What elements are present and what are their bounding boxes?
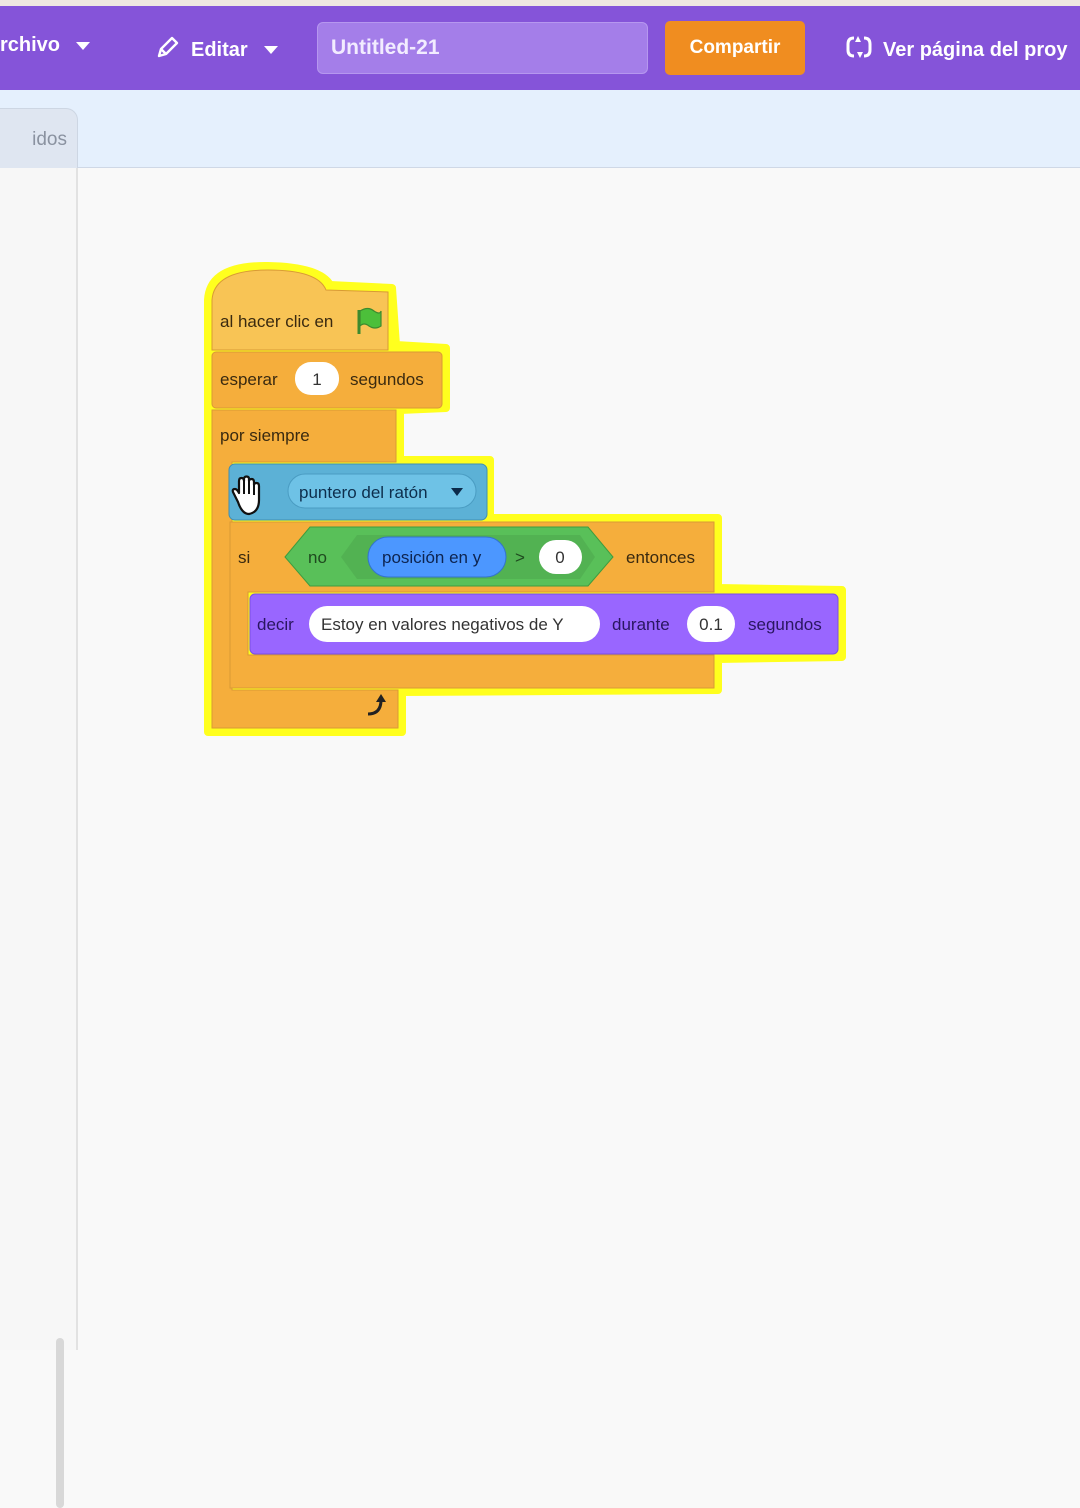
gt-symbol: > (515, 548, 525, 567)
hat-label: al hacer clic en (220, 312, 333, 331)
palette-scrollbar[interactable] (56, 1338, 64, 1508)
say-label: decir (257, 615, 294, 634)
wait-value: 1 (312, 370, 321, 389)
y-position-label: posición en y (382, 548, 482, 567)
block-script: al hacer clic en esperar 1 segundos por … (204, 261, 846, 736)
say-seconds: 0.1 (699, 615, 723, 634)
say-unit: segundos (748, 615, 822, 634)
wait-unit: segundos (350, 370, 424, 389)
not-label: no (308, 548, 327, 567)
if-label: si (238, 548, 250, 567)
forever-label: por siempre (220, 426, 310, 445)
compare-value: 0 (555, 548, 564, 567)
then-label: entonces (626, 548, 695, 567)
sensing-menu-value: puntero del ratón (299, 483, 428, 502)
wait-label: esperar (220, 370, 278, 389)
during-label: durante (612, 615, 670, 634)
say-message: Estoy en valores negativos de Y (321, 615, 564, 634)
